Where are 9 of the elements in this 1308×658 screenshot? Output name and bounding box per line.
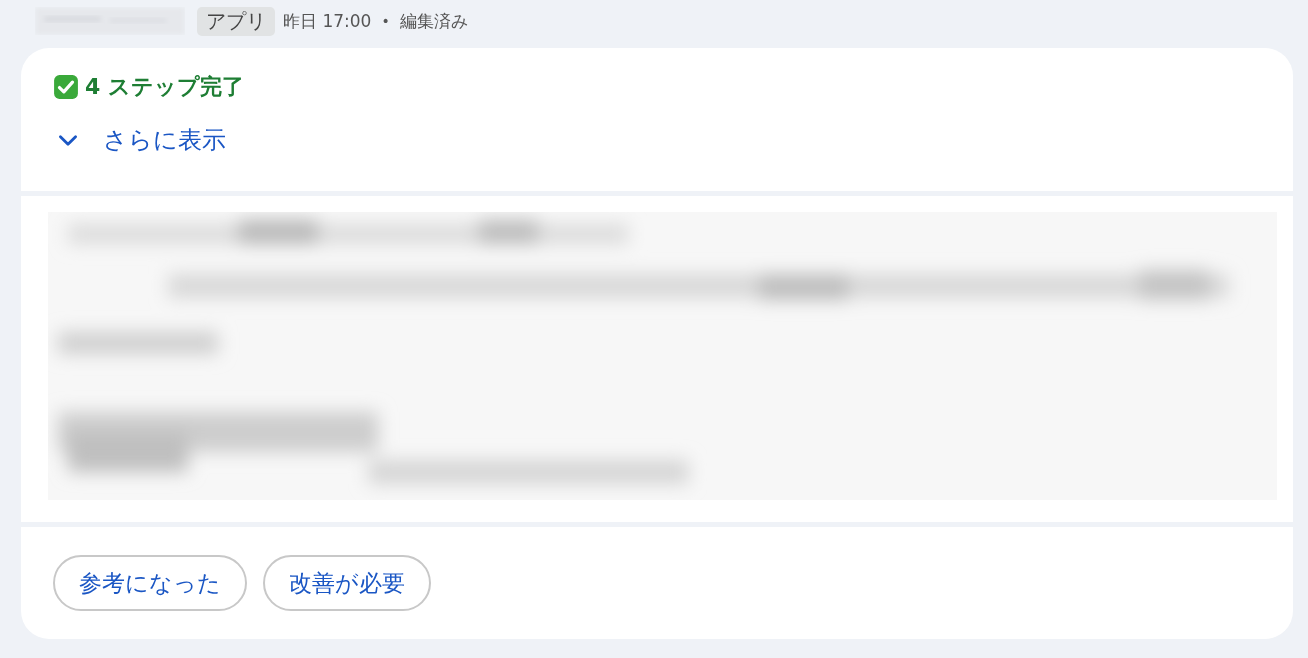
separator-dot: •: [381, 13, 390, 29]
checkmark-icon: [53, 74, 79, 100]
steps-complete-title: 4 ステップ完了: [85, 73, 244, 101]
app-tag: アプリ: [197, 6, 275, 36]
timestamp: 昨日 17:00: [283, 9, 372, 33]
feedback-button[interactable]: 改善が必要: [263, 555, 431, 611]
show-more-toggle[interactable]: さらに表示: [53, 124, 226, 156]
feedback-button[interactable]: 参考になった: [53, 555, 247, 611]
edited-status: 編集済み: [399, 9, 468, 33]
